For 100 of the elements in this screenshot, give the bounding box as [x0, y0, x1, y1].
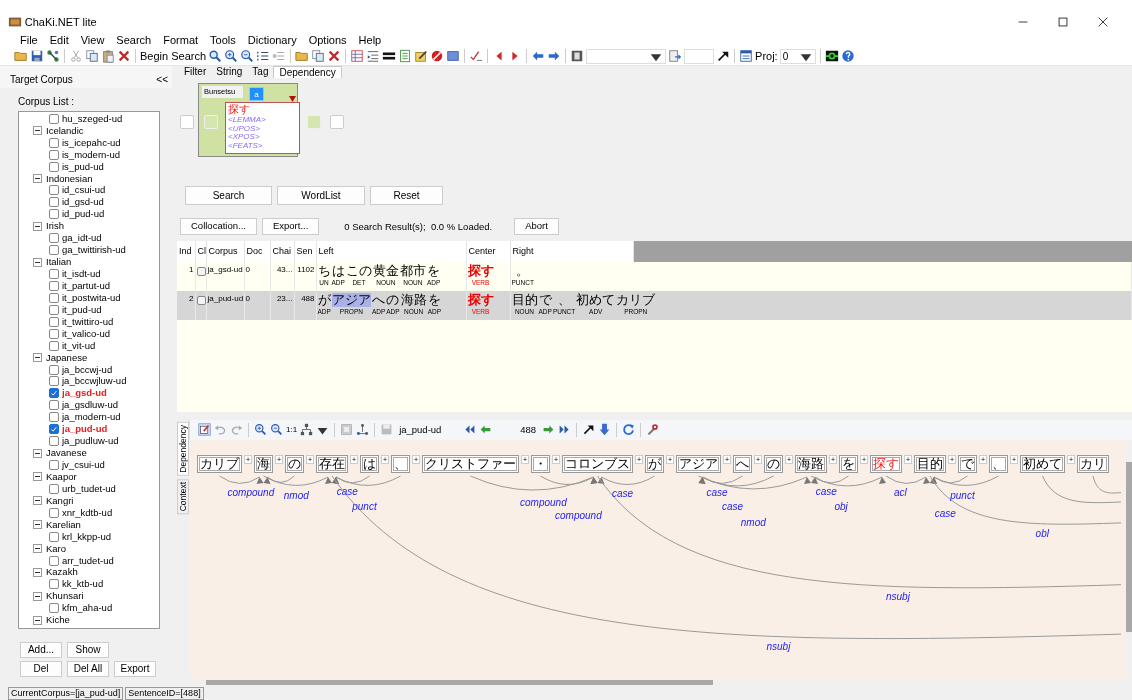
tree-item[interactable]: it_pud-ud — [62, 303, 102, 316]
button[interactable]: Show — [67, 641, 109, 658]
button[interactable]: Export — [114, 660, 156, 677]
tree-item[interactable]: id_pud-ud — [62, 208, 105, 221]
tree-item[interactable]: Karo — [46, 542, 67, 555]
checkbox[interactable] — [49, 376, 59, 387]
button[interactable]: Search — [185, 185, 272, 205]
tree-item[interactable]: Italian — [46, 256, 72, 269]
tree-item[interactable]: Indonesian — [46, 172, 93, 185]
menu-item[interactable]: Options — [302, 32, 353, 48]
tool-icon[interactable] — [646, 423, 660, 437]
tree-item[interactable]: arr_tudet-ud — [62, 554, 114, 567]
word-box[interactable]: の — [764, 454, 783, 473]
check-icon[interactable] — [469, 49, 484, 64]
collapse-icon[interactable] — [33, 544, 42, 554]
paste-icon[interactable] — [101, 49, 115, 64]
checkbox[interactable] — [49, 292, 59, 303]
network-icon[interactable] — [46, 49, 60, 64]
word-box[interactable]: 目的 — [914, 454, 946, 473]
checkbox[interactable] — [49, 269, 59, 280]
word-box[interactable]: アジア — [676, 454, 721, 473]
tree-item[interactable]: krl_kkpp-ud — [62, 530, 112, 543]
checkbox[interactable] — [49, 316, 59, 327]
checkbox[interactable] — [49, 149, 59, 160]
checkbox[interactable] — [49, 304, 59, 315]
tree-item[interactable]: it_isdt-ud — [62, 268, 101, 281]
menu-item[interactable]: View — [74, 32, 111, 48]
word-box[interactable]: カリ — [1077, 454, 1109, 473]
scale-button[interactable]: 1:1 — [286, 423, 298, 436]
no-entry-icon[interactable] — [430, 49, 445, 64]
tree-item[interactable]: jv_csui-ud — [62, 459, 105, 472]
collapse-icon[interactable] — [33, 591, 42, 601]
tree-item[interactable]: Karelian — [46, 518, 81, 531]
film-icon[interactable] — [570, 49, 585, 64]
word-box[interactable]: 探す <LEMMA> <UPOS> <XPOS> <FEATS> — [225, 101, 300, 154]
word-box[interactable]: で — [958, 454, 977, 473]
checkbox[interactable] — [49, 579, 59, 590]
checkbox[interactable] — [49, 197, 59, 208]
tree-item[interactable]: ja_gsd-ud — [62, 387, 107, 400]
checkbox[interactable] — [49, 436, 59, 447]
menu-item[interactable]: Dictionary — [241, 32, 303, 48]
folder-icon[interactable] — [14, 49, 28, 64]
scroll-thumb[interactable] — [206, 679, 713, 685]
menu-item[interactable]: File — [14, 32, 44, 48]
indent-icon[interactable] — [366, 49, 381, 64]
word-box[interactable]: が — [645, 454, 664, 473]
tree-item[interactable]: ga_twittirish-ud — [62, 244, 126, 257]
checkbox[interactable] — [49, 412, 59, 423]
tree-item[interactable]: hu_szeged-ud — [62, 112, 123, 125]
checkbox[interactable] — [49, 245, 59, 256]
copy-icon[interactable] — [311, 49, 326, 64]
first-icon[interactable] — [463, 423, 477, 437]
window-icon[interactable] — [739, 49, 754, 64]
tree-item[interactable]: Kaapor — [46, 471, 77, 483]
tree-item[interactable]: ja_pudluw-ud — [62, 435, 119, 448]
word-box[interactable]: 存在 — [316, 454, 348, 473]
zoom-in-icon[interactable] — [254, 423, 267, 437]
collapse-icon[interactable] — [33, 496, 42, 506]
checkbox[interactable] — [49, 328, 59, 339]
tree-item[interactable]: ja_bccwjluw-ud — [62, 375, 127, 388]
redo-icon[interactable] — [230, 423, 243, 437]
tree-item[interactable]: Irish — [46, 220, 64, 233]
tree-item[interactable]: Kiche — [46, 614, 70, 627]
checkbox[interactable] — [196, 295, 206, 305]
tree-item[interactable]: is_icepahc-ud — [62, 136, 121, 149]
pencil-icon[interactable] — [414, 49, 429, 64]
help-icon[interactable] — [840, 49, 855, 64]
edit-icon[interactable] — [198, 423, 211, 437]
checkbox[interactable] — [49, 364, 59, 375]
collapse-icon[interactable] — [33, 126, 42, 136]
collapse-icon[interactable] — [33, 174, 42, 184]
input-field[interactable] — [684, 48, 715, 64]
tree-item[interactable]: ja_modern-ud — [62, 411, 121, 424]
checkbox[interactable] — [196, 266, 206, 276]
checkbox[interactable] — [49, 555, 59, 566]
checkbox[interactable] — [49, 424, 59, 435]
button[interactable]: Export... — [261, 217, 320, 235]
search-icon[interactable] — [208, 49, 223, 64]
zoom-in-icon[interactable] — [224, 49, 239, 64]
word-box[interactable]: は — [360, 454, 379, 473]
zoom-out-icon[interactable] — [240, 49, 255, 64]
word-box[interactable]: コロンブス — [562, 454, 633, 473]
checkbox[interactable] — [49, 340, 59, 351]
checkbox[interactable] — [49, 209, 59, 220]
word-box[interactable]: 初めて — [1020, 454, 1065, 473]
checkbox[interactable] — [49, 603, 59, 614]
tree-item[interactable]: is_modern-ud — [62, 148, 121, 161]
word-box[interactable]: 海 — [254, 454, 273, 473]
copy-icon[interactable] — [85, 49, 99, 64]
tree-item[interactable]: it_postwita-ud — [62, 291, 121, 304]
collapse-button[interactable]: << — [156, 71, 168, 88]
tree-item[interactable]: Kazakh — [46, 566, 78, 579]
checkbox[interactable] — [49, 113, 59, 124]
word-box[interactable]: へ — [733, 454, 752, 473]
tree-item[interactable]: it_vit-ud — [62, 339, 96, 352]
collapse-icon[interactable] — [33, 615, 42, 625]
save-icon[interactable] — [30, 49, 44, 64]
zoom-out-icon[interactable] — [270, 423, 283, 437]
word-box[interactable]: を — [839, 454, 858, 473]
checkbox[interactable] — [49, 400, 59, 411]
